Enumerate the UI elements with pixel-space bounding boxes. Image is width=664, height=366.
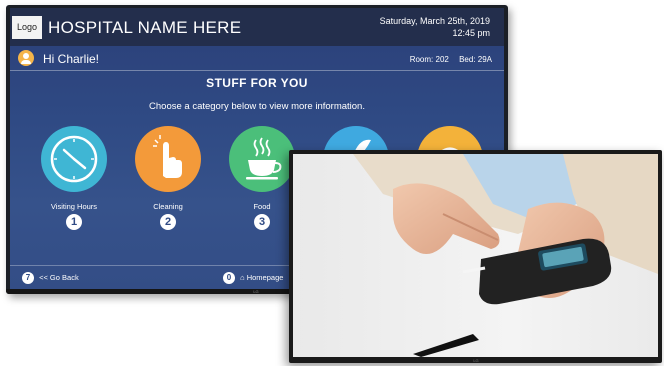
date-text: Saturday, March 25th, 2019 [379,16,490,26]
category-number: 3 [254,214,270,230]
header-bar: Logo HOSPITAL NAME HERE Saturday, March … [10,8,504,46]
tv-brand-logo: LG [473,358,479,363]
room-info: Room: 202 Bed: 29A [402,55,492,64]
hospital-name: HOSPITAL NAME HERE [48,18,242,37]
greeting-bar: Hi Charlie! Room: 202 Bed: 29A [10,48,504,71]
category-number: 1 [66,214,82,230]
tv-brand-logo: LG [253,289,259,294]
avatar-icon [18,50,34,66]
page-subtitle: Choose a category below to view more inf… [149,101,365,112]
back-label: << Go Back [39,272,79,282]
category-label: Visiting Hours [50,202,98,211]
bed-number: Bed: 29A [459,55,492,64]
category-number: 2 [160,214,176,230]
hand-icon [135,126,201,192]
back-number: 7 [22,272,34,284]
page-title: STUFF FOR YOU [206,76,308,90]
home-label: Homepage [246,272,284,282]
clock-icon [41,126,107,192]
time-text: 12:45 pm [452,28,490,38]
coffee-cup-icon [229,126,295,192]
home-number: 0 [223,272,235,284]
greeting-text: Hi Charlie! [43,52,100,66]
glucose-meter-photo [293,154,658,357]
home-icon: ⌂ [240,272,245,282]
category-label: Cleaning [153,202,183,211]
category-visiting-hours[interactable]: Visiting Hours 1 [34,126,114,230]
homepage-button[interactable]: 0 ⌂ Homepage [223,272,283,284]
date-time: Saturday, March 25th, 2019 12:45 pm [380,15,490,39]
category-cleaning[interactable]: Cleaning 2 [128,126,208,230]
hospital-logo: Logo [12,16,42,39]
go-back-button[interactable]: 7 << Go Back [22,272,79,284]
secondary-tv: LG [289,150,662,363]
room-number: Room: 202 [409,55,449,64]
